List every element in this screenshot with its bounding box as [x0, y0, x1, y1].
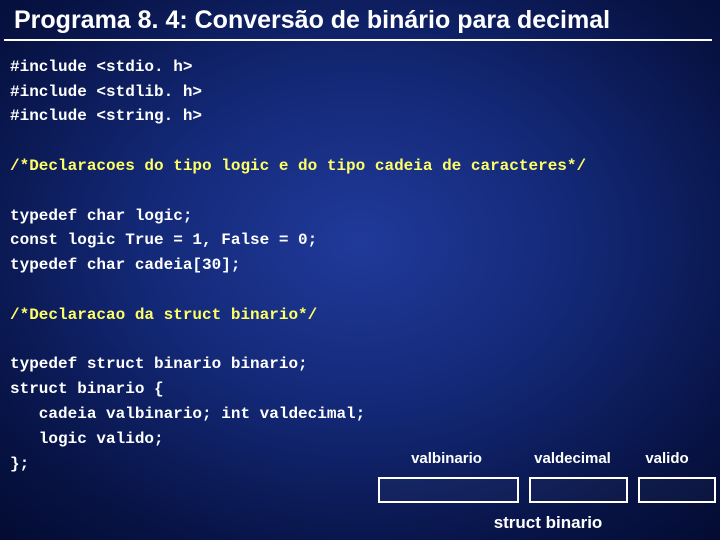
diagram-label-valido: valido	[630, 443, 704, 475]
code-line: cadeia valbinario; int valdecimal;	[10, 405, 365, 423]
diagram-box-valbinario	[378, 477, 519, 503]
diagram-caption: struct binario	[378, 513, 718, 533]
code-line: typedef char cadeia[30];	[10, 256, 240, 274]
code-block: #include <stdio. h> #include <stdlib. h>…	[0, 41, 720, 477]
code-line: logic valido;	[10, 430, 164, 448]
diagram-box-valido	[638, 477, 716, 503]
code-line: struct binario {	[10, 380, 164, 398]
slide-title: Programa 8. 4: Conversão de binário para…	[4, 0, 712, 41]
code-line: };	[10, 455, 29, 473]
code-comment: /*Declaracoes do tipo logic e do tipo ca…	[10, 157, 586, 175]
code-line: #include <string. h>	[10, 107, 202, 125]
code-comment: /*Declaracao da struct binario*/	[10, 306, 317, 324]
diagram-label-valbinario: valbinario	[378, 443, 515, 475]
code-line: typedef struct binario binario;	[10, 355, 308, 373]
diagram-label-valdecimal: valdecimal	[525, 443, 620, 475]
diagram-box-valdecimal	[529, 477, 628, 503]
code-line: const logic True = 1, False = 0;	[10, 231, 317, 249]
code-line: #include <stdio. h>	[10, 58, 192, 76]
code-line: #include <stdlib. h>	[10, 83, 202, 101]
code-line: typedef char logic;	[10, 207, 192, 225]
struct-diagram: valbinario valdecimal valido struct bina…	[378, 445, 718, 533]
